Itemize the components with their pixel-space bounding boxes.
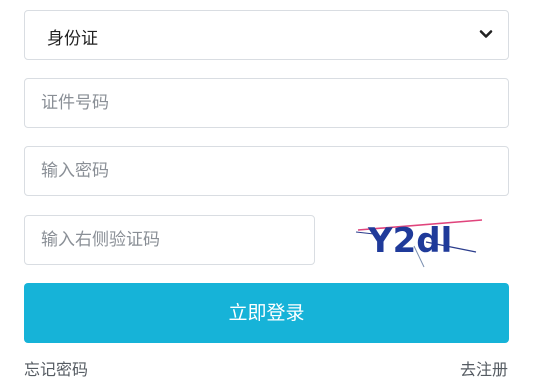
chevron-down-icon [479, 30, 493, 38]
captcha-image[interactable]: Y2dl [354, 212, 484, 268]
captcha-input[interactable] [25, 216, 314, 264]
captcha-field-wrapper [24, 215, 315, 265]
forgot-password-link[interactable]: 忘记密码 [24, 356, 88, 380]
id-type-select[interactable]: 身份证 [24, 10, 509, 60]
login-form: 身份证 Y2dl 立即登录 忘记密码 去注册 [0, 0, 536, 385]
register-link[interactable]: 去注册 [460, 356, 508, 380]
login-button[interactable]: 立即登录 [24, 283, 509, 343]
password-input[interactable] [25, 147, 508, 195]
password-field-wrapper [24, 146, 509, 196]
id-number-field-wrapper [24, 78, 509, 128]
captcha-image-text: Y2dl [367, 221, 452, 261]
id-type-selected-value: 身份证 [47, 29, 98, 49]
id-number-input[interactable] [25, 79, 508, 127]
